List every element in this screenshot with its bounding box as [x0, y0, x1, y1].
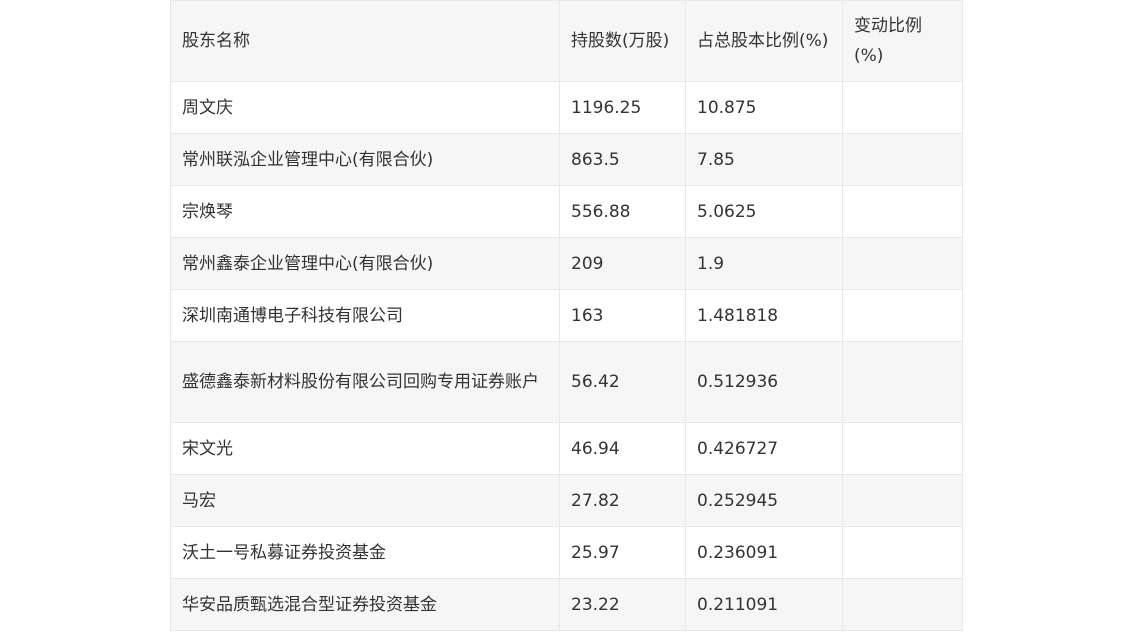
table-row: 盛德鑫泰新材料股份有限公司回购专用证券账户 56.42 0.512936: [170, 341, 963, 423]
cell-shareholder-name: 华安品质甄选混合型证券投资基金: [170, 578, 560, 631]
header-shares-held: 持股数(万股): [559, 0, 686, 82]
cell-change-ratio: [842, 289, 963, 342]
cell-share-ratio: 0.211091: [685, 578, 843, 631]
shareholders-table: 股东名称 持股数(万股) 占总股本比例(%) 变动比例(%) 周文庆 1196.…: [170, 0, 963, 631]
table-row: 常州鑫泰企业管理中心(有限合伙) 209 1.9: [170, 237, 963, 290]
cell-share-ratio: 7.85: [685, 133, 843, 186]
table-row: 宋文光 46.94 0.426727: [170, 422, 963, 475]
cell-shares-held: 1196.25: [559, 81, 686, 134]
cell-shares-held: 25.97: [559, 526, 686, 579]
cell-share-ratio: 0.236091: [685, 526, 843, 579]
cell-share-ratio: 0.512936: [685, 341, 843, 423]
header-shareholder-name: 股东名称: [170, 0, 560, 82]
table-row: 沃土一号私募证券投资基金 25.97 0.236091: [170, 526, 963, 579]
table-row: 周文庆 1196.25 10.875: [170, 81, 963, 134]
cell-share-ratio: 10.875: [685, 81, 843, 134]
cell-shares-held: 23.22: [559, 578, 686, 631]
cell-change-ratio: [842, 526, 963, 579]
cell-shareholder-name: 深圳南通博电子科技有限公司: [170, 289, 560, 342]
cell-shareholder-name: 常州鑫泰企业管理中心(有限合伙): [170, 237, 560, 290]
table-header-row: 股东名称 持股数(万股) 占总股本比例(%) 变动比例(%): [170, 0, 963, 82]
cell-change-ratio: [842, 185, 963, 238]
cell-change-ratio: [842, 578, 963, 631]
cell-shareholder-name: 宗焕琴: [170, 185, 560, 238]
cell-share-ratio: 1.9: [685, 237, 843, 290]
cell-shares-held: 56.42: [559, 341, 686, 423]
cell-change-ratio: [842, 422, 963, 475]
table-row: 宗焕琴 556.88 5.0625: [170, 185, 963, 238]
cell-shareholder-name: 马宏: [170, 474, 560, 527]
cell-change-ratio: [842, 237, 963, 290]
cell-shares-held: 27.82: [559, 474, 686, 527]
cell-share-ratio: 0.426727: [685, 422, 843, 475]
cell-shares-held: 863.5: [559, 133, 686, 186]
cell-shareholder-name: 盛德鑫泰新材料股份有限公司回购专用证券账户: [170, 341, 560, 423]
table-row: 华安品质甄选混合型证券投资基金 23.22 0.211091: [170, 578, 963, 631]
cell-change-ratio: [842, 133, 963, 186]
cell-shares-held: 46.94: [559, 422, 686, 475]
cell-shareholder-name: 常州联泓企业管理中心(有限合伙): [170, 133, 560, 186]
cell-change-ratio: [842, 341, 963, 423]
header-change-ratio: 变动比例(%): [842, 0, 963, 82]
shareholders-table-container: 股东名称 持股数(万股) 占总股本比例(%) 变动比例(%) 周文庆 1196.…: [170, 0, 963, 631]
table-row: 深圳南通博电子科技有限公司 163 1.481818: [170, 289, 963, 342]
cell-shareholder-name: 沃土一号私募证券投资基金: [170, 526, 560, 579]
cell-shareholder-name: 周文庆: [170, 81, 560, 134]
cell-shares-held: 556.88: [559, 185, 686, 238]
table-row: 马宏 27.82 0.252945: [170, 474, 963, 527]
cell-shares-held: 209: [559, 237, 686, 290]
cell-share-ratio: 5.0625: [685, 185, 843, 238]
table-row: 常州联泓企业管理中心(有限合伙) 863.5 7.85: [170, 133, 963, 186]
cell-change-ratio: [842, 81, 963, 134]
header-share-ratio: 占总股本比例(%): [685, 0, 843, 82]
cell-change-ratio: [842, 474, 963, 527]
cell-shareholder-name: 宋文光: [170, 422, 560, 475]
cell-shares-held: 163: [559, 289, 686, 342]
cell-share-ratio: 0.252945: [685, 474, 843, 527]
cell-share-ratio: 1.481818: [685, 289, 843, 342]
